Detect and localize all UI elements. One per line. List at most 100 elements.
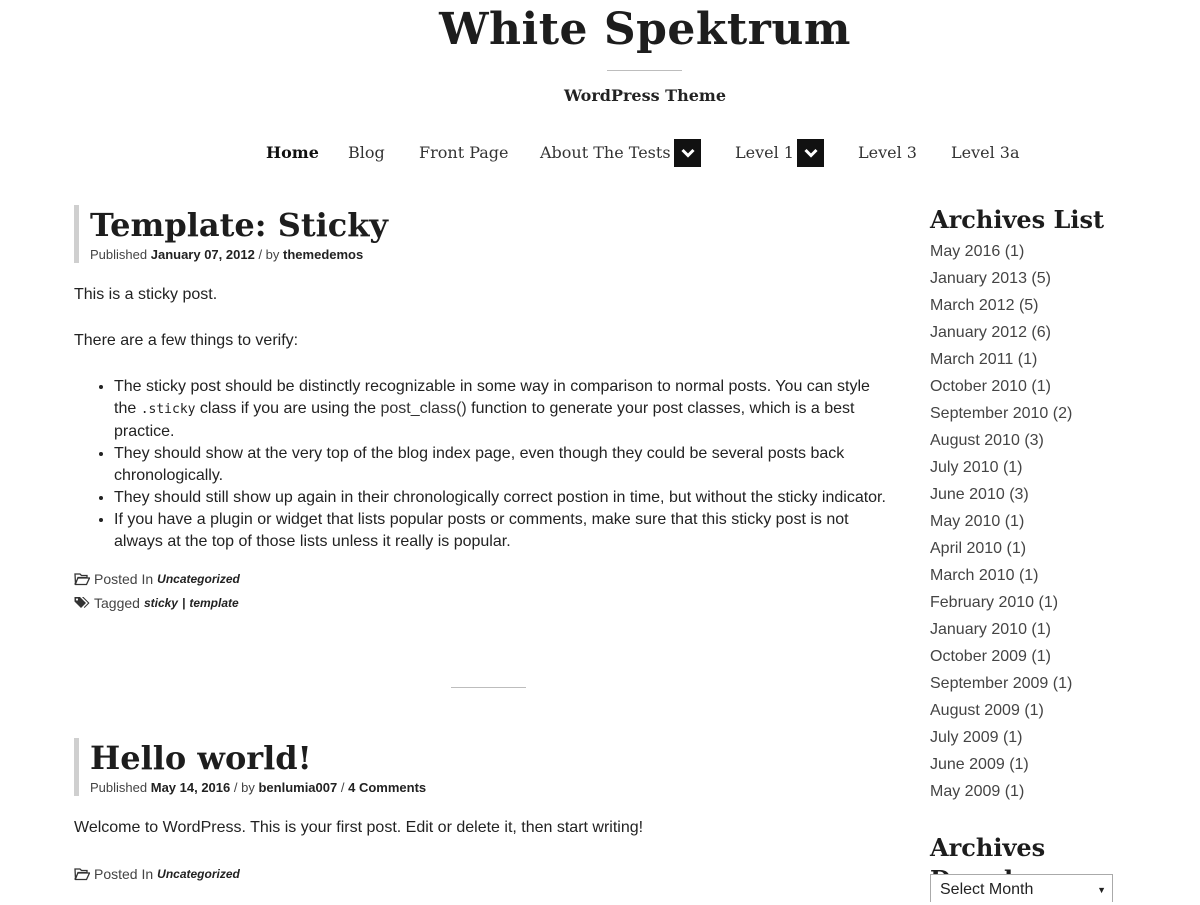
nav-item-front-page[interactable]: Front Page xyxy=(419,138,509,168)
list-item: The sticky post should be distinctly rec… xyxy=(114,376,894,443)
archive-month-link[interactable]: October 2009 xyxy=(930,648,1027,665)
folder-open-icon xyxy=(74,573,90,586)
post-class-link[interactable]: post_class() xyxy=(380,400,466,417)
archive-month-link[interactable]: August 2010 xyxy=(930,432,1020,449)
nav-item-blog[interactable]: Blog xyxy=(348,138,385,168)
posted-in: Posted In Uncategorized xyxy=(74,862,894,886)
category-link[interactable]: Uncategorized xyxy=(157,567,240,591)
archives-month-select[interactable]: Select Month ▼ xyxy=(930,874,1113,902)
list-item: If you have a plugin or widget that list… xyxy=(114,509,894,553)
archive-month-link[interactable]: February 2010 xyxy=(930,594,1034,611)
post-meta: Published January 07, 2012 / by themedem… xyxy=(90,247,894,263)
title-divider xyxy=(607,70,682,71)
archive-item: May 2016 (1) xyxy=(930,238,1190,265)
archive-month-link[interactable]: July 2010 xyxy=(930,459,999,476)
archive-count: (1) xyxy=(1004,513,1025,530)
archive-count: (3) xyxy=(1024,432,1044,449)
archive-month-link[interactable]: January 2010 xyxy=(930,621,1027,638)
archive-month-link[interactable]: April 2010 xyxy=(930,540,1002,557)
list-item: They should still show up again in their… xyxy=(114,487,894,509)
level-1-submenu-toggle[interactable] xyxy=(797,139,824,167)
archive-item: January 2010 (1) xyxy=(930,616,1190,643)
nav-item-home[interactable]: Home xyxy=(266,138,319,168)
about-submenu-toggle[interactable] xyxy=(674,139,701,167)
archive-count: (1) xyxy=(1031,648,1051,665)
posted-in-label: Posted In xyxy=(94,866,154,882)
paragraph: There are a few things to verify: xyxy=(74,332,299,349)
nav-item-about-the-tests[interactable]: About The Tests xyxy=(540,138,671,168)
nav-item-level-3a[interactable]: Level 3a xyxy=(951,138,1020,168)
category-link[interactable]: Uncategorized xyxy=(157,862,240,886)
paragraph: Welcome to WordPress. This is your first… xyxy=(74,819,644,836)
archive-item: July 2010 (1) xyxy=(930,454,1190,481)
post-footer: Posted In Uncategorized Tagged sticky | … xyxy=(74,567,894,615)
post-hello-world: Hello world! Published May 14, 2016 / by… xyxy=(74,738,894,886)
paragraph: This is a sticky post. xyxy=(74,286,218,303)
archive-month-link[interactable]: June 2009 xyxy=(930,756,1005,773)
archive-item: April 2010 (1) xyxy=(930,535,1190,562)
archive-month-link[interactable]: September 2010 xyxy=(930,405,1048,422)
archive-count: (1) xyxy=(1004,243,1025,260)
archive-month-link[interactable]: July 2009 xyxy=(930,729,999,746)
archive-count: (1) xyxy=(1031,378,1051,395)
post-title[interactable]: Hello world! xyxy=(90,738,894,778)
tag-link-template[interactable]: template xyxy=(189,591,238,615)
tag-separator: | xyxy=(181,596,186,610)
post-meta: Published May 14, 2016 / by benlumia007 … xyxy=(90,780,894,796)
list-item: They should show at the very top of the … xyxy=(114,443,894,487)
archive-item: June 2010 (3) xyxy=(930,481,1190,508)
archive-item: May 2009 (1) xyxy=(930,778,1190,805)
archive-month-link[interactable]: September 2009 xyxy=(930,675,1048,692)
archive-month-link[interactable]: January 2013 xyxy=(930,270,1027,287)
archives-list-title: Archives List xyxy=(930,205,1105,234)
author-link[interactable]: benlumia007 xyxy=(258,780,337,795)
archive-count: (6) xyxy=(1031,324,1051,341)
post-date-link[interactable]: May 14, 2016 xyxy=(151,780,231,795)
nav-item-level-3[interactable]: Level 3 xyxy=(858,138,917,168)
archive-month-link[interactable]: March 2010 xyxy=(930,567,1015,584)
archive-month-link[interactable]: June 2010 xyxy=(930,486,1005,503)
archive-item: March 2010 (1) xyxy=(930,562,1190,589)
archive-month-link[interactable]: May 2010 xyxy=(930,513,1000,530)
comments-separator: / xyxy=(340,780,345,795)
archive-item: August 2009 (1) xyxy=(930,697,1190,724)
post-divider xyxy=(451,687,526,688)
archive-item: June 2009 (1) xyxy=(930,751,1190,778)
archive-month-link[interactable]: May 2009 xyxy=(930,783,1000,800)
archive-item: March 2011 (1) xyxy=(930,346,1190,373)
published-label: Published xyxy=(90,780,148,795)
archive-month-link[interactable]: March 2012 xyxy=(930,297,1015,314)
archive-count: (1) xyxy=(1031,621,1051,638)
nav-item-level-1[interactable]: Level 1 xyxy=(735,138,794,168)
archive-item: February 2010 (1) xyxy=(930,589,1190,616)
comments-link[interactable]: 4 Comments xyxy=(348,780,426,795)
posted-in: Posted In Uncategorized xyxy=(74,567,894,591)
tag-link-sticky[interactable]: sticky xyxy=(144,591,178,615)
archive-count: (5) xyxy=(1031,270,1051,287)
archive-count: (1) xyxy=(1006,540,1027,557)
archives-list: May 2016 (1) January 2013 (5) March 2012 (… xyxy=(930,238,1190,805)
archive-month-link[interactable]: January 2012 xyxy=(930,324,1027,341)
archive-item: September 2010 (2) xyxy=(930,400,1190,427)
archive-count: (1) xyxy=(1002,459,1023,476)
post-date-link[interactable]: January 07, 2012 xyxy=(151,247,255,262)
archive-count: (1) xyxy=(1038,594,1059,611)
site-title[interactable]: White Spektrum xyxy=(0,4,1200,55)
archive-month-link[interactable]: August 2009 xyxy=(930,702,1020,719)
tagged-label: Tagged xyxy=(94,595,140,611)
sidebar: Archives List May 2016 (1) January 2013 (… xyxy=(930,204,1190,902)
archive-item: October 2009 (1) xyxy=(930,643,1190,670)
author-link[interactable]: themedemos xyxy=(283,247,363,262)
post-title[interactable]: Template: Sticky xyxy=(90,205,894,245)
archive-item: March 2012 (5) xyxy=(930,292,1190,319)
archive-month-link[interactable]: October 2010 xyxy=(930,378,1027,395)
archive-month-link[interactable]: March 2011 xyxy=(930,351,1013,368)
archive-item: July 2009 (1) xyxy=(930,724,1190,751)
tagged: Tagged sticky | template xyxy=(74,591,894,615)
primary-navigation: Home Blog Front Page About The Tests Lev… xyxy=(0,138,1200,168)
archive-month-link[interactable]: May 2016 xyxy=(930,243,1000,260)
archive-count: (5) xyxy=(1018,297,1039,314)
archive-count: (1) xyxy=(1052,675,1073,692)
archive-count: (1) xyxy=(1017,351,1038,368)
chevron-down-icon xyxy=(803,148,818,158)
